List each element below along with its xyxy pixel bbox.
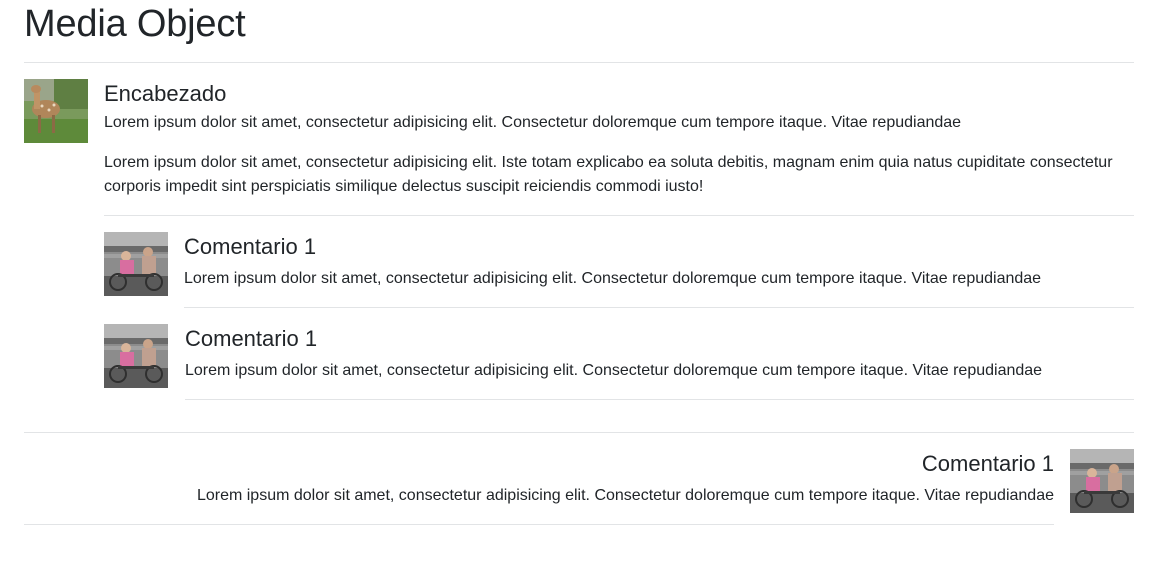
divider [24,524,1054,525]
media-object-right: Comentario 1 Lorem ipsum dolor sit amet,… [24,449,1134,525]
comment-media-1: Comentario 1 Lorem ipsum dolor sit amet,… [104,232,1134,308]
deer-photo-thumbnail [24,79,88,143]
kids-photo-icon [1070,449,1134,513]
media-body-main: Encabezado Lorem ipsum dolor sit amet, c… [104,79,1134,400]
media-text: Lorem ipsum dolor sit amet, consectetur … [196,487,1054,504]
media-body-right: Comentario 1 Lorem ipsum dolor sit amet,… [24,449,1054,525]
kids-photo-thumbnail [104,324,168,388]
comment-media-2: Comentario 1 Lorem ipsum dolor sit amet,… [104,324,1134,400]
comment-text: Lorem ipsum dolor sit amet, consectetur … [184,270,1042,287]
divider [184,307,1134,308]
comment-body-1: Comentario 1 Lorem ipsum dolor sit amet,… [184,232,1134,308]
deer-photo-icon [24,79,88,143]
media-heading: Encabezado [104,81,227,106]
comment-heading: Comentario 1 [184,234,317,259]
page-container: Media Object Encabezado Lorem ipsum dolo… [24,0,1134,525]
comment-heading: Comentario 1 [185,326,318,351]
media-heading: Comentario 1 [921,451,1054,476]
page-title: Media Object [24,3,246,45]
kids-photo-icon [104,324,168,388]
kids-photo-icon [104,232,168,296]
media-text: Lorem ipsum dolor sit amet, consectetur … [104,114,962,131]
media-text-secondary: Lorem ipsum dolor sit amet, consectetur … [104,154,1113,195]
media-object-main: Encabezado Lorem ipsum dolor sit amet, c… [24,79,1134,400]
kids-photo-thumbnail [104,232,168,296]
divider [185,399,1134,400]
comment-text: Lorem ipsum dolor sit amet, consectetur … [185,362,1043,379]
section-divider [24,432,1134,433]
comment-body-2: Comentario 1 Lorem ipsum dolor sit amet,… [185,324,1134,400]
title-divider [24,62,1134,63]
kids-photo-thumbnail [1070,449,1134,513]
divider [104,215,1134,216]
